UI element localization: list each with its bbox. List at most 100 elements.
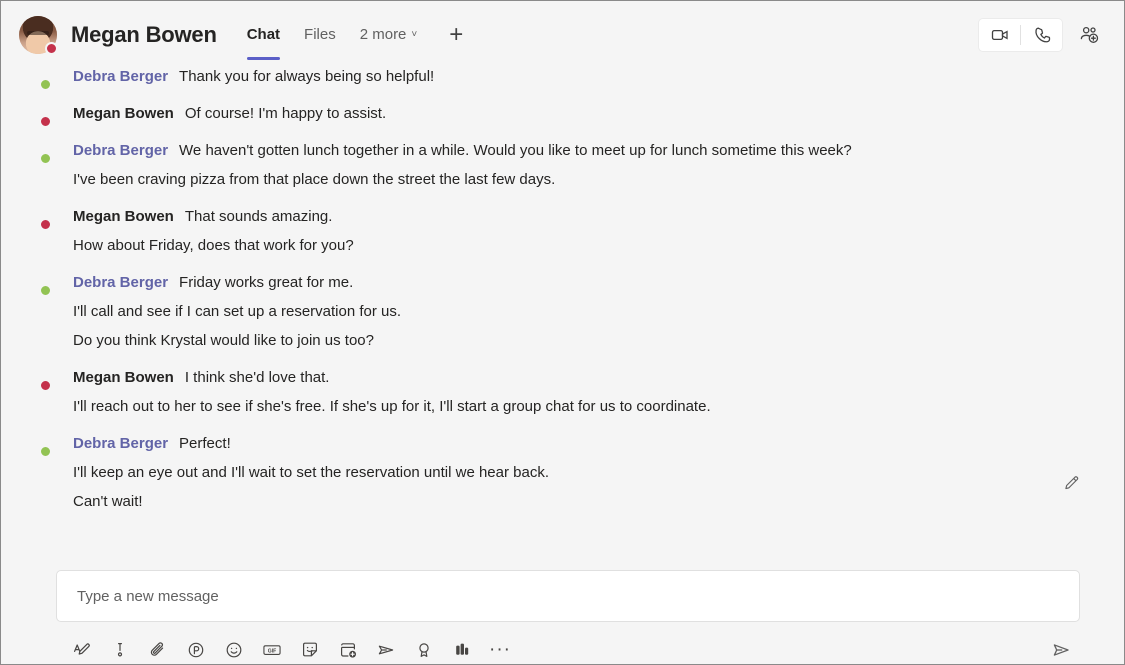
teams-chat-window: Megan Bowen Chat Files 2 more ˅ + Debra … xyxy=(0,0,1125,665)
message-text: Can't wait! xyxy=(73,493,143,510)
apps-button[interactable] xyxy=(443,636,481,664)
video-call-button[interactable] xyxy=(979,19,1020,51)
tab-more-label: 2 more xyxy=(359,26,407,43)
message-author[interactable]: Debra Berger xyxy=(73,68,168,85)
edit-message-icon xyxy=(1062,474,1081,493)
format-button[interactable] xyxy=(63,636,101,664)
attach-icon xyxy=(148,640,168,660)
more-options-button[interactable]: ··· xyxy=(481,636,519,664)
presence-available-icon xyxy=(39,152,52,165)
chevron-down-icon: ˅ xyxy=(411,29,418,40)
message-author[interactable]: Megan Bowen xyxy=(73,369,174,386)
sticker-button[interactable] xyxy=(291,636,329,664)
message-first-line: Megan Bowen I think she'd love that. xyxy=(73,363,1106,392)
message-avatar-column xyxy=(19,363,57,421)
message-body: Megan Bowen I think she'd love that. I'l… xyxy=(57,363,1106,421)
message-text: I'll keep an eye out and I'll wait to se… xyxy=(73,464,549,481)
more-options-icon: ··· xyxy=(489,639,511,660)
send-icon xyxy=(1050,639,1072,661)
avatar[interactable] xyxy=(25,365,52,392)
gif-button[interactable]: GIF xyxy=(253,636,291,664)
message-text: I think she'd love that. xyxy=(184,369,330,386)
message-text: Perfect! xyxy=(179,435,231,452)
emoji-button[interactable] xyxy=(215,636,253,664)
tab-active-underline xyxy=(246,57,281,60)
avatar[interactable] xyxy=(25,204,52,231)
message-body: Megan Bowen Of course! I'm happy to assi… xyxy=(57,99,1106,128)
message-author[interactable]: Debra Berger xyxy=(73,274,168,291)
message-body: Debra Berger Perfect! I'll keep an eye o… xyxy=(57,429,1106,516)
presence-available-icon xyxy=(39,284,52,297)
add-people-icon xyxy=(1078,24,1100,46)
loop-icon xyxy=(186,640,206,660)
schedule-meeting-button[interactable] xyxy=(329,636,367,664)
message-text: How about Friday, does that work for you… xyxy=(73,237,354,254)
message-input[interactable] xyxy=(77,587,1059,605)
chat-tabs: Chat Files 2 more ˅ + xyxy=(235,1,474,68)
message-avatar-column xyxy=(19,202,57,260)
message-text: Friday works great for me. xyxy=(179,274,354,291)
svg-text:GIF: GIF xyxy=(268,648,277,654)
message-body: Megan Bowen That sounds amazing. How abo… xyxy=(57,202,1106,260)
avatar[interactable] xyxy=(25,270,52,297)
message-text: Thank you for always being so helpful! xyxy=(179,68,435,85)
loop-button[interactable] xyxy=(177,636,215,664)
presence-busy-icon xyxy=(39,379,52,392)
message-avatar-column xyxy=(19,136,57,194)
message-list[interactable]: Debra Berger Thank you for always being … xyxy=(1,68,1124,560)
send-button[interactable] xyxy=(1042,636,1080,664)
message-author[interactable]: Debra Berger xyxy=(73,435,168,452)
presence-available-icon xyxy=(39,445,52,458)
call-button-group xyxy=(979,18,1062,51)
compose-area xyxy=(1,560,1124,626)
message-text: I've been craving pizza from that place … xyxy=(73,171,556,188)
message-author[interactable]: Megan Bowen xyxy=(73,208,174,225)
message-avatar-column xyxy=(19,99,57,128)
message-body: Debra Berger We haven't gotten lunch tog… xyxy=(57,136,1106,194)
add-people-button[interactable] xyxy=(1072,19,1106,51)
message-item: Megan Bowen I think she'd love that. I'l… xyxy=(19,355,1106,421)
avatar[interactable] xyxy=(25,431,52,458)
chat-header: Megan Bowen Chat Files 2 more ˅ + xyxy=(1,1,1124,68)
presence-busy-icon xyxy=(39,115,52,128)
apps-icon xyxy=(452,640,472,660)
tab-files[interactable]: Files xyxy=(292,1,348,68)
importance-icon xyxy=(110,640,130,660)
presence-busy-icon xyxy=(39,218,52,231)
compose-toolbar: GIF ··· xyxy=(1,626,1124,664)
avatar[interactable] xyxy=(25,101,52,128)
message-body: Debra Berger Thank you for always being … xyxy=(57,68,1106,91)
tab-chat[interactable]: Chat xyxy=(235,1,292,68)
edit-message-button[interactable] xyxy=(1058,470,1084,496)
praise-button[interactable] xyxy=(405,636,443,664)
add-tab-button[interactable]: + xyxy=(439,18,473,52)
attach-button[interactable] xyxy=(139,636,177,664)
message-item: Megan Bowen That sounds amazing. How abo… xyxy=(19,194,1106,260)
tab-more[interactable]: 2 more ˅ xyxy=(348,1,430,68)
avatar[interactable] xyxy=(25,68,52,91)
message-text: We haven't gotten lunch together in a wh… xyxy=(179,142,852,159)
importance-button[interactable] xyxy=(101,636,139,664)
avatar[interactable] xyxy=(25,138,52,165)
message-first-line: Megan Bowen That sounds amazing. xyxy=(73,202,1106,231)
message-text: I'll reach out to her to see if she's fr… xyxy=(73,398,711,415)
message-input-box[interactable] xyxy=(56,570,1080,622)
message-avatar-column xyxy=(19,268,57,355)
message-first-line: Debra Berger Friday works great for me. xyxy=(73,268,1106,297)
message-author[interactable]: Debra Berger xyxy=(73,142,168,159)
stream-button[interactable] xyxy=(367,636,405,664)
praise-icon xyxy=(414,640,434,660)
message-avatar-column xyxy=(19,68,57,91)
stream-icon xyxy=(376,640,396,660)
sticker-icon xyxy=(300,640,320,660)
header-actions xyxy=(979,18,1106,51)
message-body: Debra Berger Friday works great for me. … xyxy=(57,268,1106,355)
message-first-line: Megan Bowen Of course! I'm happy to assi… xyxy=(73,99,1106,128)
schedule-meeting-icon xyxy=(338,640,358,660)
avatar[interactable] xyxy=(19,15,58,55)
tab-files-label: Files xyxy=(304,26,336,43)
message-author[interactable]: Megan Bowen xyxy=(73,105,174,122)
audio-call-button[interactable] xyxy=(1021,19,1062,51)
page-title: Megan Bowen xyxy=(71,21,217,47)
message-item: Debra Berger Thank you for always being … xyxy=(19,68,1106,91)
